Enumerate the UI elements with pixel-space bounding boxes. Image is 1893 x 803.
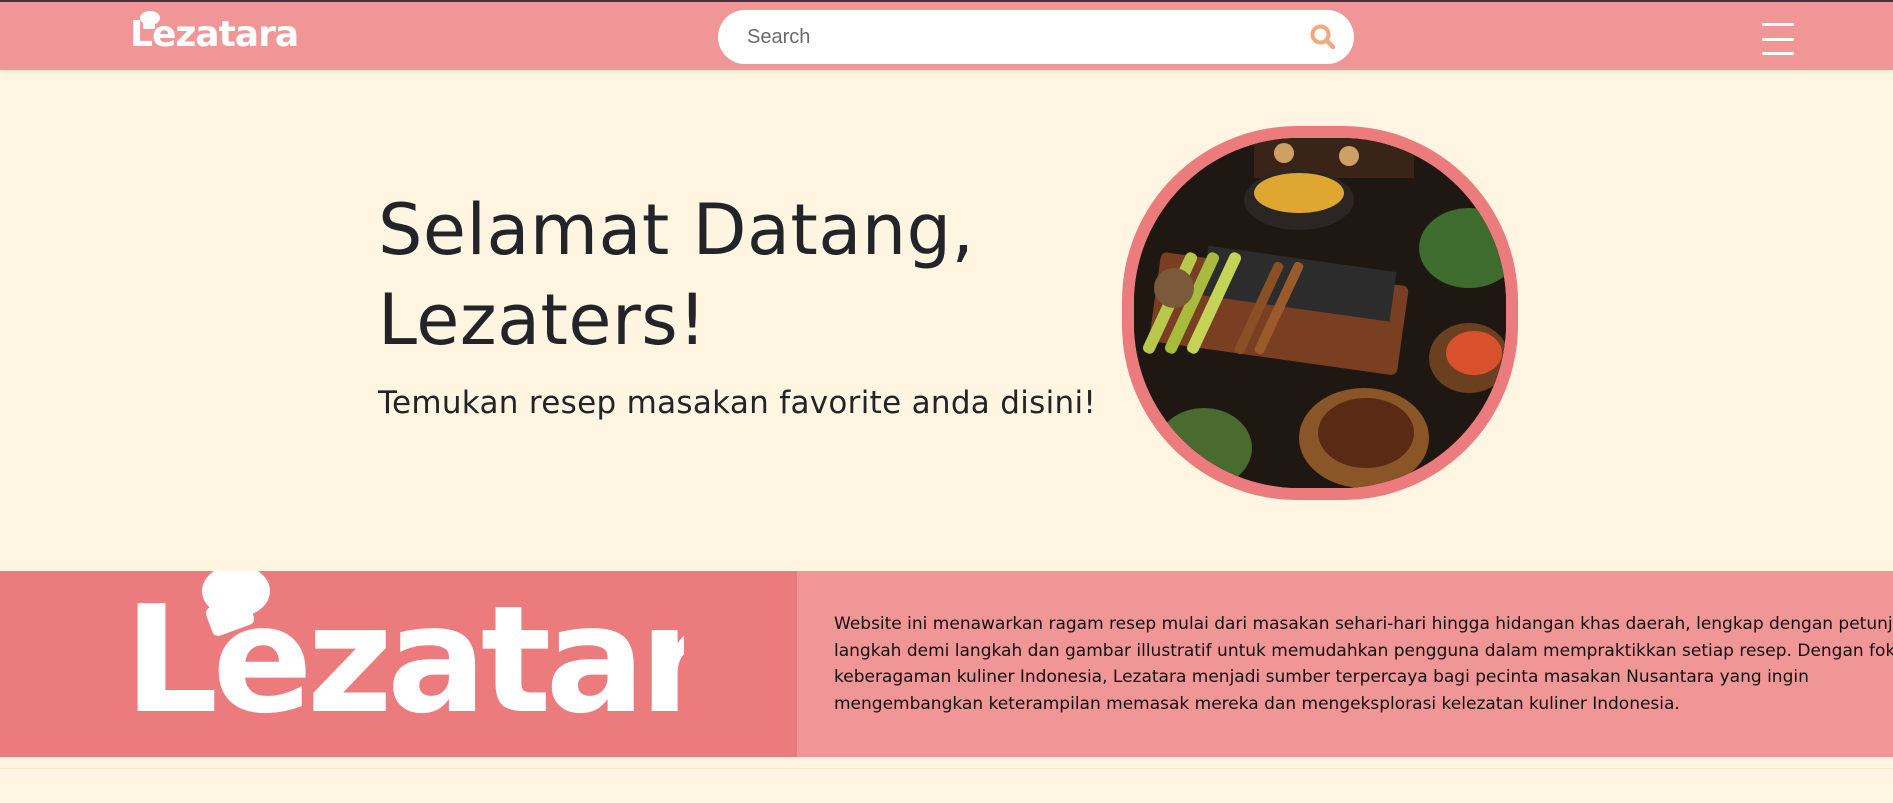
nav-logo[interactable]: Lezatara (130, 8, 299, 60)
footer-divider (0, 768, 1893, 769)
hero-image-frame (1122, 126, 1518, 500)
about-line: keberagaman kuliner Indonesia, Lezatara … (834, 667, 1809, 687)
chef-hat-icon (140, 11, 160, 29)
hero-title: Selamat Datang, Lezaters! (378, 185, 1078, 365)
search-input[interactable] (745, 24, 1308, 50)
food-spread-illustration (1134, 138, 1506, 488)
menu-bar (1762, 37, 1794, 41)
about-line: Website ini menawarkan ragam resep mulai… (834, 614, 1893, 634)
about-description: Website ini menawarkan ragam resep mulai… (834, 611, 1893, 717)
about-section: Lezatara Website ini menawarkan ragam re… (0, 571, 1893, 757)
menu-bar (1762, 23, 1794, 26)
search-box[interactable] (718, 10, 1354, 64)
navbar: Lezatara (0, 2, 1893, 70)
hero-title-line2: Lezaters! (378, 279, 707, 361)
about-line: langkah demi langkah dan gambar illustra… (834, 640, 1893, 661)
about-logo-panel: Lezatara (0, 571, 797, 757)
about-line: mengembangkan keterampilan memasak merek… (834, 693, 1680, 714)
lezatara-logo-large: Lezatara (124, 571, 684, 746)
hero-title-line1: Selamat Datang, (378, 189, 975, 271)
hero-subtitle: Temukan resep masakan favorite anda disi… (378, 385, 1097, 421)
hamburger-menu-icon[interactable] (1762, 23, 1794, 55)
menu-bar (1762, 52, 1794, 55)
search-icon[interactable] (1308, 22, 1338, 52)
hero-food-image (1134, 138, 1506, 488)
about-logo: Lezatara (124, 571, 684, 757)
about-logo-text: Lezatara (124, 574, 684, 746)
